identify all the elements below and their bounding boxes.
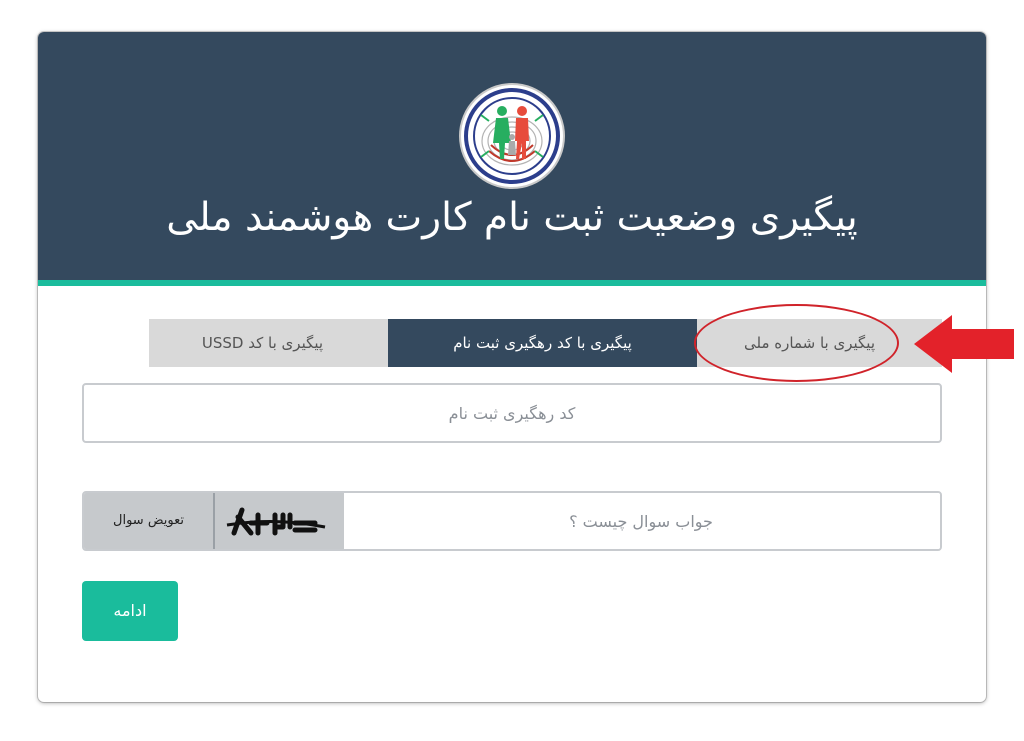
captcha-image	[215, 493, 344, 549]
red-ellipse-annotation	[694, 304, 899, 382]
continue-button[interactable]: ادامه	[82, 581, 178, 641]
captcha-answer-input[interactable]	[344, 493, 940, 549]
tab-tracking-code-label: پیگیری با کد رهگیری ثبت نام	[453, 334, 632, 352]
tab-ussd-label: پیگیری با کد USSD	[201, 334, 324, 352]
tab-tracking-code[interactable]: پیگیری با کد رهگیری ثبت نام	[388, 319, 697, 367]
header: پیگیری وضعیت ثبت نام کارت هوشمند ملی	[38, 32, 986, 280]
captcha-row: تعویض سوال	[82, 491, 942, 551]
red-arrow-icon	[914, 315, 1014, 373]
tracking-code-field[interactable]	[82, 383, 942, 443]
tracking-card: پیگیری وضعیت ثبت نام کارت هوشمند ملی پیگ…	[38, 32, 986, 702]
tracking-code-input[interactable]	[84, 385, 940, 441]
family-fingerprint-logo	[461, 85, 563, 187]
header-accent-stripe	[38, 280, 986, 286]
swap-question-button[interactable]: تعویض سوال	[84, 493, 215, 549]
page-title: پیگیری وضعیت ثبت نام کارت هوشمند ملی	[166, 195, 858, 240]
tab-ussd[interactable]: پیگیری با کد USSD	[149, 319, 388, 367]
captcha-answer-field[interactable]	[344, 493, 940, 549]
